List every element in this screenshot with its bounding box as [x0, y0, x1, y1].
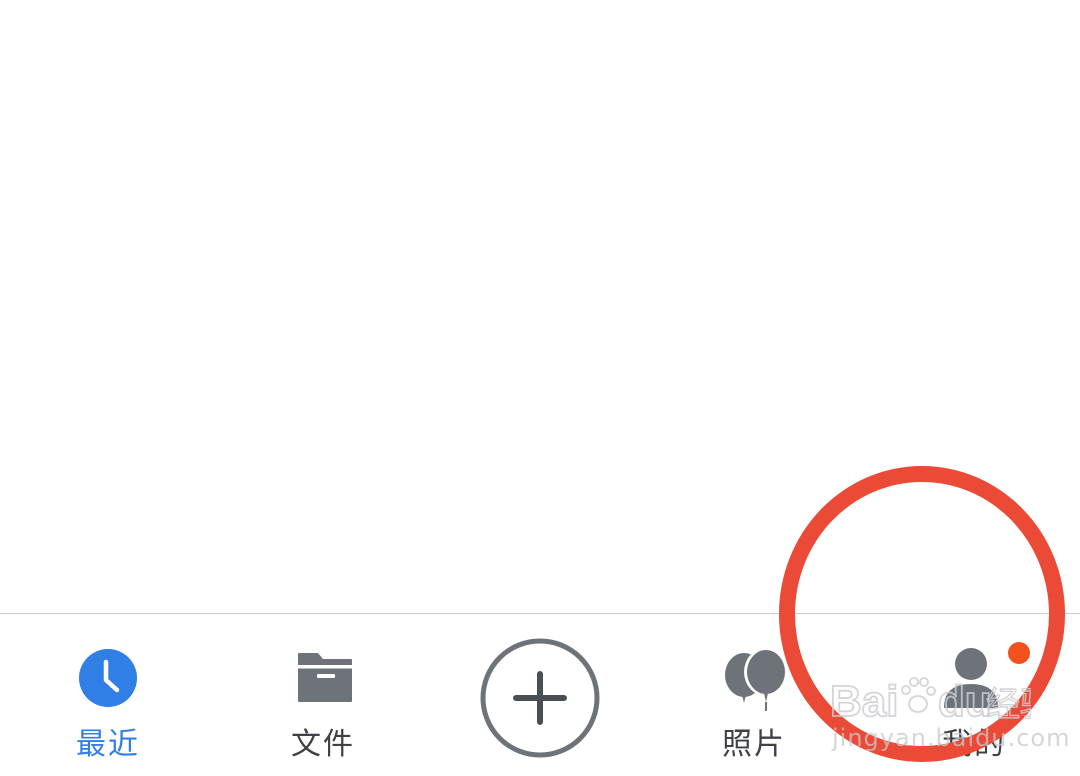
tab-me[interactable]: 我的 [900, 614, 1050, 776]
bottom-tab-bar: 最近 文件 照片 我的 [0, 613, 1080, 776]
balloons-icon [725, 648, 788, 711]
content-area [0, 0, 1080, 613]
tab-label-files: 文件 [291, 727, 355, 762]
tab-label-photos: 照片 [722, 727, 786, 762]
tab-label-recent: 最近 [76, 727, 140, 762]
add-circle-icon [480, 638, 600, 758]
tab-files[interactable]: 文件 [255, 614, 395, 776]
tab-photos[interactable]: 照片 [686, 614, 826, 776]
notification-badge [1008, 642, 1030, 664]
person-icon [944, 648, 998, 708]
screen: 最近 文件 照片 我的 Bai du 经 jingyan.baidu.com [0, 0, 1080, 776]
add-button[interactable] [470, 614, 610, 776]
folder-icon [298, 653, 352, 702]
clock-icon [79, 649, 137, 707]
tab-label-me: 我的 [942, 727, 1006, 762]
tab-recent[interactable]: 最近 [40, 614, 180, 776]
